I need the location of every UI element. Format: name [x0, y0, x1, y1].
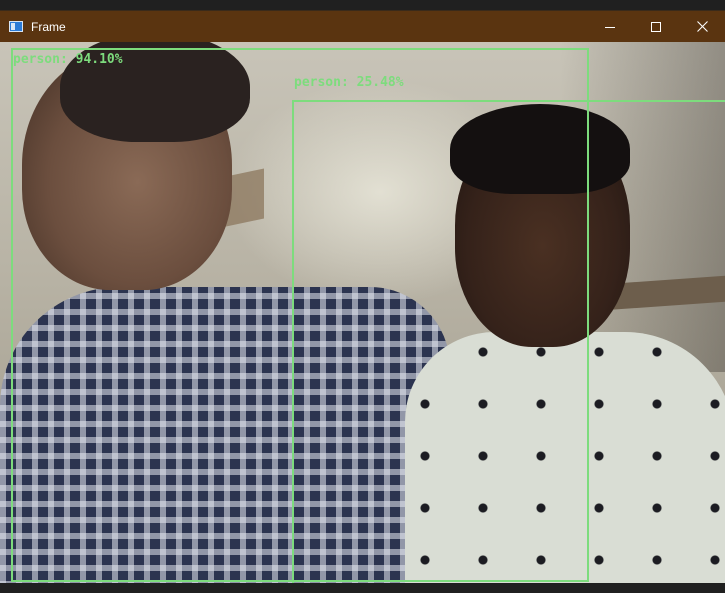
maximize-icon: [651, 21, 661, 32]
video-frame: person: 94.10% person: 25.48%: [0, 42, 725, 583]
close-button[interactable]: [679, 11, 725, 42]
window-app-icon: [9, 21, 23, 32]
detection-box-2: [292, 100, 725, 583]
detection-label-2: person: 25.48%: [294, 75, 404, 90]
minimize-button[interactable]: [587, 11, 633, 42]
title-bar[interactable]: Frame: [0, 10, 725, 42]
window-title: Frame: [31, 19, 66, 34]
detection-label-1: person: 94.10%: [13, 52, 123, 67]
app-window: Frame person: 94.10% person: 25.48%: [0, 0, 725, 593]
window-bottom-border: [0, 583, 725, 593]
close-icon: [696, 21, 708, 32]
maximize-button[interactable]: [633, 11, 679, 42]
window-controls: [587, 11, 725, 42]
minimize-icon: [605, 26, 615, 28]
